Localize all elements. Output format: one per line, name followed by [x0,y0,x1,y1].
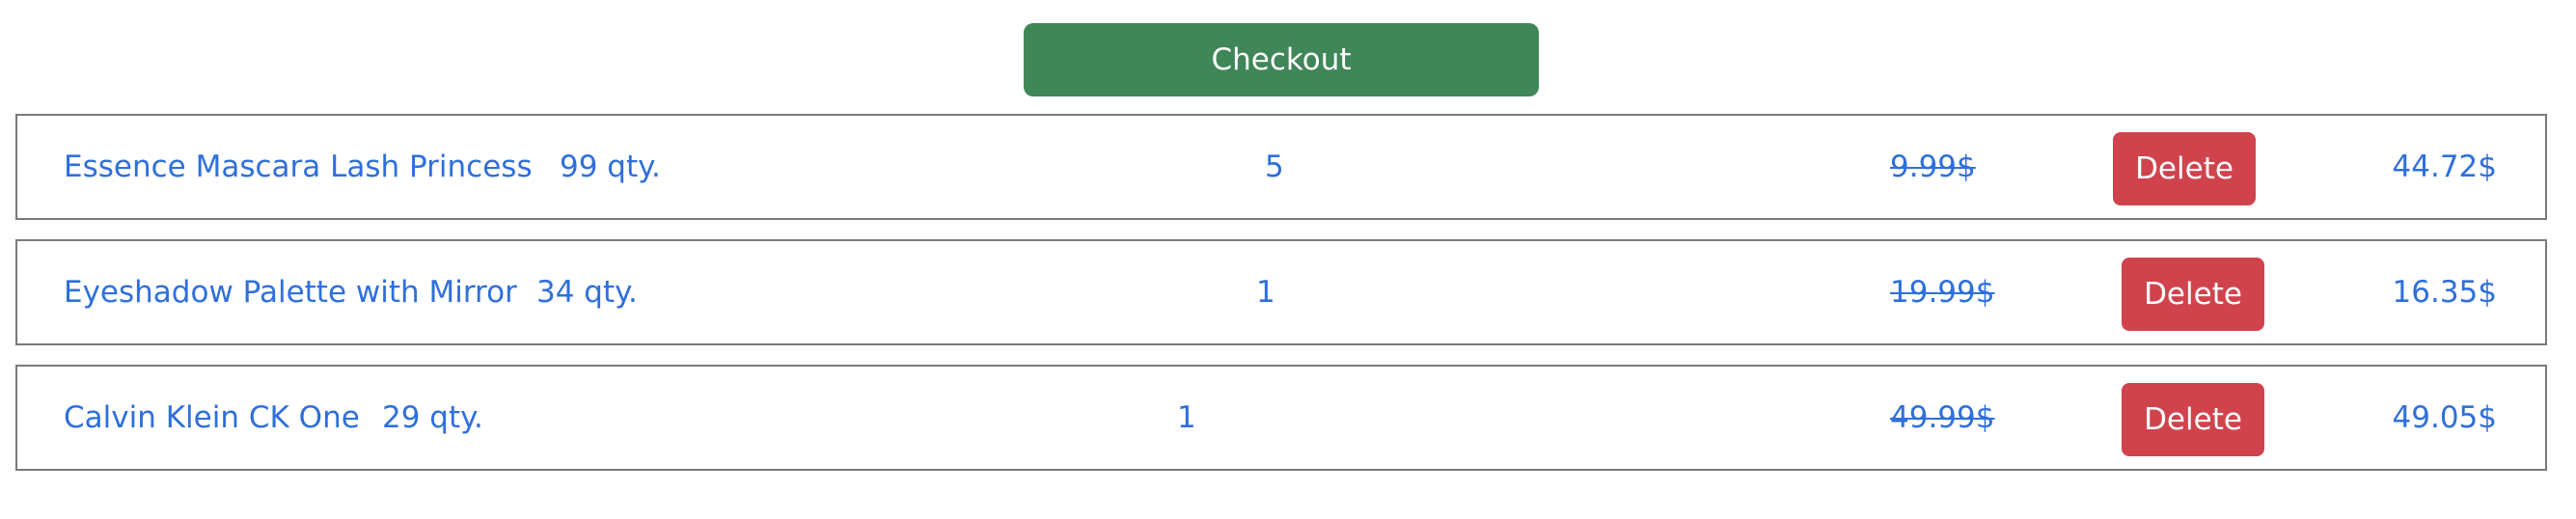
original-price: 19.99$ [1890,275,1995,310]
item-price: 16.35$ [2392,275,2497,310]
item-quantity: 1 [1256,275,1275,310]
item-quantity: 5 [1265,150,1284,184]
cart-row: Essence Mascara Lash Princess 99 qty. 5 … [15,114,2547,220]
stock-quantity: 99 qty. [560,150,661,184]
product-name[interactable]: Essence Mascara Lash Princess [64,116,533,218]
stock-quantity: 34 qty. [536,275,638,310]
delete-button[interactable]: Delete [2113,132,2256,205]
cart-list: Essence Mascara Lash Princess 99 qty. 5 … [0,0,2576,519]
cart-row: Eyeshadow Palette with Mirror 34 qty. 1 … [15,239,2547,345]
product-name[interactable]: Calvin Klein CK One [64,367,360,469]
stock-quantity: 29 qty. [382,400,483,435]
original-price: 9.99$ [1890,150,1976,184]
product-name[interactable]: Eyeshadow Palette with Mirror [64,241,517,343]
delete-button[interactable]: Delete [2122,383,2264,456]
item-price: 49.05$ [2392,400,2497,435]
cart-row: Calvin Klein CK One 29 qty. 1 49.99$ Del… [15,365,2547,471]
item-price: 44.72$ [2392,150,2497,184]
original-price: 49.99$ [1890,400,1995,435]
item-quantity: 1 [1177,400,1196,435]
delete-button[interactable]: Delete [2122,258,2264,331]
